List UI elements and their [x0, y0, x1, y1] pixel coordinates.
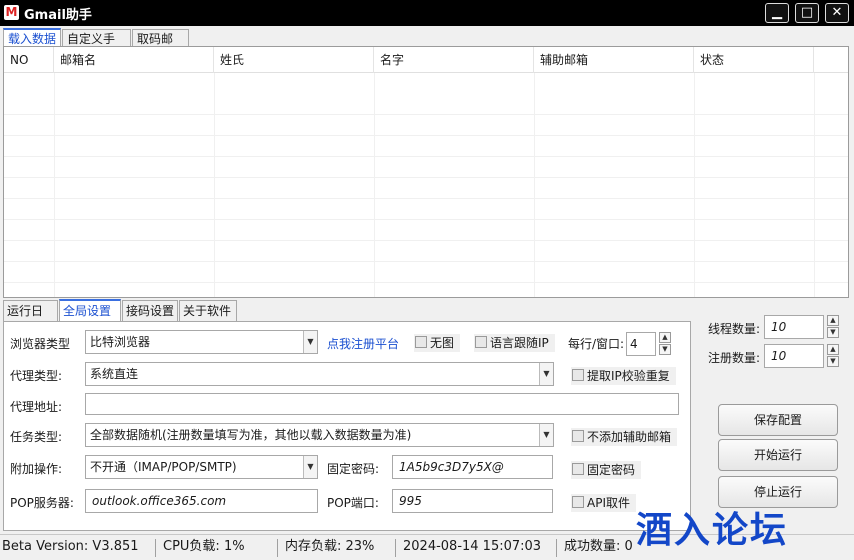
checkbox-icon — [415, 336, 427, 348]
tab-load-data[interactable]: 载入数据 — [3, 28, 61, 48]
no-image-label: 无图 — [430, 336, 455, 350]
column-email[interactable]: 邮箱名 — [54, 47, 214, 73]
maximize-button[interactable]: □ — [795, 3, 819, 23]
column-no[interactable]: NO — [4, 47, 54, 73]
status-divider — [556, 539, 557, 557]
cpu-load-text: CPU负载: 1% — [163, 539, 245, 554]
gmail-logo-icon: M — [4, 5, 19, 20]
fixed-password-checkbox[interactable]: 固定密码 — [571, 461, 642, 479]
close-button[interactable]: ✕ — [825, 3, 849, 23]
table-row — [4, 178, 848, 199]
chevron-down-icon: ▼ — [303, 331, 317, 353]
version-text: Beta Version: V3.851 — [2, 539, 139, 554]
fixed-password-label: 固定密码: — [327, 462, 380, 476]
pop-port-input[interactable]: 995 — [392, 489, 553, 513]
lang-follow-ip-label: 语言跟随IP — [490, 336, 549, 350]
task-type-value: 全部数据随机(注册数量填写为准，其他以载入数据数量为准) — [90, 428, 412, 442]
checkbox-icon — [572, 496, 584, 508]
save-config-button[interactable]: 保存配置 — [718, 404, 838, 436]
thread-count-input[interactable]: 10 — [764, 315, 824, 339]
column-status[interactable]: 状态 — [694, 47, 814, 73]
register-count-stepper[interactable]: ▲ ▼ — [827, 344, 841, 368]
task-type-select[interactable]: 全部数据随机(注册数量填写为准，其他以载入数据数量为准) ▼ — [85, 423, 554, 447]
pop-server-label: POP服务器: — [10, 496, 74, 510]
datetime-text: 2024-08-14 15:07:03 — [403, 539, 542, 554]
spin-down-icon[interactable]: ▼ — [827, 356, 839, 367]
checkbox-icon — [572, 369, 584, 381]
no-aux-email-label: 不添加辅助邮箱 — [587, 430, 672, 444]
spin-up-icon[interactable]: ▲ — [827, 344, 839, 355]
thread-count-stepper[interactable]: ▲ ▼ — [827, 315, 841, 339]
proxy-address-input[interactable] — [85, 393, 679, 415]
minimize-button[interactable]: ▁ — [765, 3, 789, 23]
register-platform-link[interactable]: 点我注册平台 — [327, 335, 399, 352]
per-row-window-label: 每行/窗口: — [568, 337, 625, 351]
chevron-down-icon: ▼ — [303, 456, 317, 478]
table-row — [4, 262, 848, 283]
proxy-type-value: 系统直连 — [90, 367, 139, 381]
column-last-name[interactable]: 姓氏 — [214, 47, 374, 73]
register-count-input[interactable]: 10 — [764, 344, 824, 368]
browser-type-label: 浏览器类型 — [10, 337, 71, 351]
chevron-down-icon: ▼ — [539, 363, 553, 385]
memory-load-text: 内存负载: 23% — [285, 539, 375, 554]
no-aux-email-checkbox[interactable]: 不添加辅助邮箱 — [571, 428, 678, 446]
proxy-type-select[interactable]: 系统直连 ▼ — [85, 362, 554, 386]
api-fetch-label: API取件 — [587, 496, 630, 510]
data-table[interactable]: NO 邮箱名 姓氏 名字 辅助邮箱 状态 — [3, 46, 849, 298]
spin-down-icon[interactable]: ▼ — [659, 344, 671, 355]
success-count-text: 成功数量: 0 — [564, 539, 633, 554]
extra-op-select[interactable]: 不开通（IMAP/POP/SMTP) ▼ — [85, 455, 318, 479]
per-row-window-input[interactable]: 4 — [626, 332, 656, 356]
column-aux-email[interactable]: 辅助邮箱 — [534, 47, 694, 73]
checkbox-icon — [572, 463, 584, 475]
table-row — [4, 115, 848, 136]
api-fetch-checkbox[interactable]: API取件 — [571, 494, 636, 512]
window-title: Gmail助手 — [24, 8, 92, 23]
status-divider — [277, 539, 278, 557]
thread-count-label: 线程数量: — [708, 322, 761, 336]
ip-check-repeat-checkbox[interactable]: 提取IP校验重复 — [571, 367, 676, 385]
register-count-label: 注册数量: — [708, 351, 761, 365]
table-row — [4, 94, 848, 115]
table-row — [4, 136, 848, 157]
pop-server-input[interactable]: outlook.office365.com — [85, 489, 318, 513]
table-row — [4, 241, 848, 262]
proxy-type-label: 代理类型: — [10, 369, 63, 383]
table-row — [4, 157, 848, 178]
checkbox-icon — [572, 430, 584, 442]
ip-check-repeat-label: 提取IP校验重复 — [587, 369, 670, 383]
tab-run-log[interactable]: 运行日志 — [3, 300, 58, 339]
task-type-label: 任务类型: — [10, 430, 63, 444]
per-row-window-stepper[interactable]: ▲ ▼ — [659, 332, 673, 356]
checkbox-icon — [475, 336, 487, 348]
fixed-password-checkbox-label: 固定密码 — [587, 463, 636, 477]
spin-down-icon[interactable]: ▼ — [827, 327, 839, 338]
pop-port-label: POP端口: — [327, 496, 379, 510]
column-first-name[interactable]: 名字 — [374, 47, 534, 73]
no-image-checkbox[interactable]: 无图 — [414, 334, 461, 352]
table-header: NO 邮箱名 姓氏 名字 辅助邮箱 状态 — [4, 47, 848, 73]
start-run-button[interactable]: 开始运行 — [718, 439, 838, 471]
extra-op-label: 附加操作: — [10, 462, 63, 476]
watermark-text: 酒入论坛 — [636, 510, 789, 551]
chevron-down-icon: ▼ — [539, 424, 553, 446]
browser-type-value: 比特浏览器 — [90, 335, 151, 349]
fixed-password-input[interactable]: 1A5b9c3D7y5X@ — [392, 455, 553, 479]
proxy-address-label: 代理地址: — [10, 400, 63, 414]
table-row — [4, 220, 848, 241]
title-bar: M Gmail助手 ▁ □ ✕ — [0, 0, 854, 26]
spin-up-icon[interactable]: ▲ — [827, 315, 839, 326]
lang-follow-ip-checkbox[interactable]: 语言跟随IP — [474, 334, 555, 352]
spin-up-icon[interactable]: ▲ — [659, 332, 671, 343]
browser-type-select[interactable]: 比特浏览器 ▼ — [85, 330, 318, 354]
status-divider — [155, 539, 156, 557]
extra-op-value: 不开通（IMAP/POP/SMTP) — [90, 460, 237, 474]
tab-about[interactable]: 关于软件 — [179, 300, 237, 322]
tab-global-settings[interactable]: 全局设置 — [59, 299, 121, 322]
table-row — [4, 199, 848, 220]
status-divider — [395, 539, 396, 557]
tab-code-settings[interactable]: 接码设置 — [122, 300, 178, 322]
